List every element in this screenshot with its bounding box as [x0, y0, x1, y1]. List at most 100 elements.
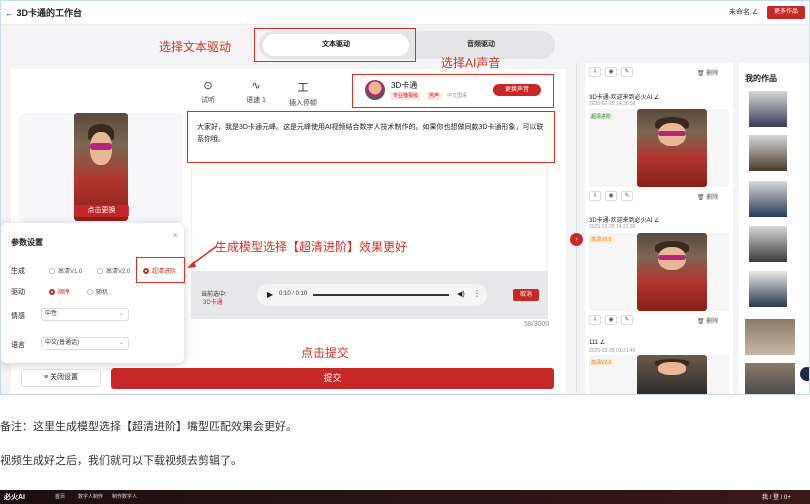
eye-icon[interactable]: ◉ — [605, 191, 617, 201]
annotation-select-text: 选择文本驱动 — [159, 40, 232, 54]
work-actions: ⇩ ◉ ✎ — [589, 191, 637, 201]
volume-icon[interactable]: ◀) — [457, 290, 465, 298]
submit-button[interactable]: 提交 — [111, 368, 554, 389]
edit-icon[interactable]: ✎ — [621, 191, 633, 201]
more-works-button[interactable]: 更多作品 — [767, 6, 805, 19]
work-title: 3D卡通-欢迎来到必火AI ∠ — [589, 95, 660, 101]
chevron-down-icon: ⌄ — [118, 340, 124, 346]
user-name[interactable]: 未命名 ∠ — [729, 7, 758, 17]
chevron-right-icon[interactable]: › — [570, 233, 583, 246]
settings-panel: 参数设置 × 生成 高清V1.0 高清V2.0 超清进阶 驱动 顺序 随机 情感… — [1, 223, 184, 363]
change-avatar-button[interactable]: 点击更换 — [74, 205, 129, 217]
work-badge: 超清进阶 — [589, 113, 614, 120]
eye-icon[interactable]: ◉ — [605, 67, 617, 77]
my-works-sidebar: 我的作品 — [739, 63, 809, 394]
footer-link[interactable]: 首页 — [55, 493, 65, 500]
footer-brand[interactable]: 必火AI — [4, 492, 25, 502]
chevron-down-icon: ⌄ — [118, 311, 124, 317]
delete-button[interactable]: 🗑 删除 — [697, 316, 718, 325]
my-work-thumb[interactable] — [745, 319, 795, 355]
chat-icon[interactable] — [800, 367, 809, 381]
annotation-select-voice: 选择AI声音 — [441, 56, 501, 70]
back-title-link[interactable]: ← 3D卡通的工作台 — [5, 6, 82, 19]
download-icon[interactable]: ⇩ — [589, 191, 601, 201]
work-title: 111 ∠ — [589, 340, 606, 346]
progress-track[interactable] — [313, 294, 449, 296]
work-thumbnail — [637, 355, 707, 394]
note-line-2: 视频生成好之后，我们就可以下载视频去剪辑了。 — [0, 455, 242, 467]
top-bar: ← 3D卡通的工作台 未命名 ∠ 更多作品 — [1, 1, 809, 25]
footer-bar: 必火AI 首页 数字人制作 制作数字人 我 / 登 / 0+ — [0, 490, 810, 504]
close-settings-button[interactable]: ≡ 关闭设置 — [21, 369, 101, 387]
tab-audio-driven[interactable]: 音频驱动 — [409, 34, 553, 56]
work-title: 3D卡通-欢迎来到必火AI ∠ — [589, 218, 660, 224]
my-work-thumb[interactable] — [745, 363, 795, 394]
work-thumbnail-box[interactable] — [589, 233, 729, 311]
trash-icon: 🗑 — [697, 71, 707, 77]
insert-pause-icon: 工 — [297, 82, 309, 94]
work-badge: 高清V2.0 — [589, 236, 614, 243]
preview-button[interactable]: ⊙ 试听 — [197, 79, 219, 105]
audio-player-bar: 当前选中: 3D卡通 ▶ 0:10 / 0:10 ◀) ⋮ 取消 — [191, 271, 548, 319]
my-work-thumb[interactable] — [749, 135, 787, 171]
play-icon[interactable]: ▶ — [267, 290, 273, 299]
my-work-thumb[interactable] — [749, 226, 787, 262]
delete-button[interactable]: 🗑 删除 — [697, 68, 718, 77]
emotion-label: 情感 — [11, 313, 25, 320]
action-option-sequential[interactable]: 顺序 — [49, 287, 70, 296]
edit-icon[interactable]: ✎ — [621, 315, 633, 325]
audio-player: ▶ 0:10 / 0:10 ◀) ⋮ — [257, 284, 487, 306]
download-icon[interactable]: ⇩ — [589, 315, 601, 325]
delete-button[interactable]: 🗑 删除 — [697, 192, 718, 201]
action-option-random[interactable]: 随机 — [87, 287, 108, 296]
footer-link[interactable]: 制作数字人 — [112, 493, 137, 500]
footer-link[interactable]: 数字人制作 — [78, 493, 103, 500]
work-date: 2025-02-25 14:32:35 — [589, 224, 636, 230]
highlight-box-voice — [352, 74, 554, 108]
my-work-thumb[interactable] — [749, 271, 787, 307]
char-count: 58/3000 — [524, 321, 550, 328]
edit-icon[interactable]: ✎ — [621, 67, 633, 77]
play-circle-icon: ⊙ — [203, 80, 213, 92]
annotation-click-submit: 点击提交 — [301, 346, 350, 360]
work-badge: 高清V2.0 — [589, 359, 614, 366]
language-select[interactable]: 中文(普通话) ⌄ — [41, 337, 129, 350]
speed-button[interactable]: ∿ 语速 1 — [241, 79, 271, 105]
current-selection-value: 3D卡通 — [203, 300, 223, 306]
more-options-icon[interactable]: ⋮ — [473, 289, 481, 298]
download-icon[interactable]: ⇩ — [589, 67, 601, 77]
works-list: ⇩ ◉ ✎ 🗑 删除 3D卡通-欢迎来到必火AI ∠ 2025-02-25 14:3… — [585, 63, 733, 394]
work-date: 2025-02-25 14:36:58 — [589, 101, 636, 107]
footer-right[interactable]: 我 / 登 / 0+ — [762, 492, 791, 501]
editor-area[interactable] — [191, 167, 548, 271]
waveform-icon: ∿ — [251, 80, 261, 92]
my-works-title: 我的作品 — [745, 74, 777, 83]
action-label: 驱动 — [11, 289, 25, 296]
settings-title: 参数设置 — [11, 238, 43, 247]
eye-icon[interactable]: ◉ — [605, 315, 617, 325]
work-date: 2025-02-25 01:21:45 — [589, 348, 636, 354]
gen-option-v1[interactable]: 高清V1.0 — [49, 266, 82, 275]
work-actions: ⇩ ◉ ✎ — [589, 67, 637, 77]
close-icon[interactable]: × — [173, 231, 178, 240]
highlight-box-text-tab — [254, 28, 416, 62]
highlight-box-script — [187, 111, 555, 163]
emotion-select[interactable]: 中性 ⌄ — [41, 308, 129, 321]
divider — [576, 63, 577, 393]
highlight-box-model — [136, 257, 185, 283]
trash-icon: 🗑 — [697, 319, 707, 325]
insert-pause-button[interactable]: 工插入停顿 — [287, 79, 319, 108]
work-thumbnail — [637, 233, 707, 311]
gen-option-v2[interactable]: 高清V2.0 — [97, 266, 130, 275]
my-work-thumb[interactable] — [749, 91, 787, 127]
app-screenshot: ← 3D卡通的工作台 未命名 ∠ 更多作品 文本驱动 音频驱动 选择文本驱动 ⊙… — [0, 0, 810, 395]
my-work-thumb[interactable] — [749, 181, 787, 217]
work-thumbnail-box[interactable] — [589, 109, 729, 187]
note-line-1: 备注：这里生成模型选择【超清进阶】嘴型匹配效果会更好。 — [0, 421, 297, 433]
player-time: 0:10 / 0:10 — [279, 291, 308, 297]
work-thumbnail — [637, 109, 707, 187]
cancel-button[interactable]: 取消 — [513, 289, 539, 301]
work-actions: ⇩ ◉ ✎ — [589, 315, 637, 325]
trash-icon: 🗑 — [697, 195, 707, 201]
annotation-select-model: 生成模型选择【超清进阶】效果更好 — [215, 240, 408, 254]
